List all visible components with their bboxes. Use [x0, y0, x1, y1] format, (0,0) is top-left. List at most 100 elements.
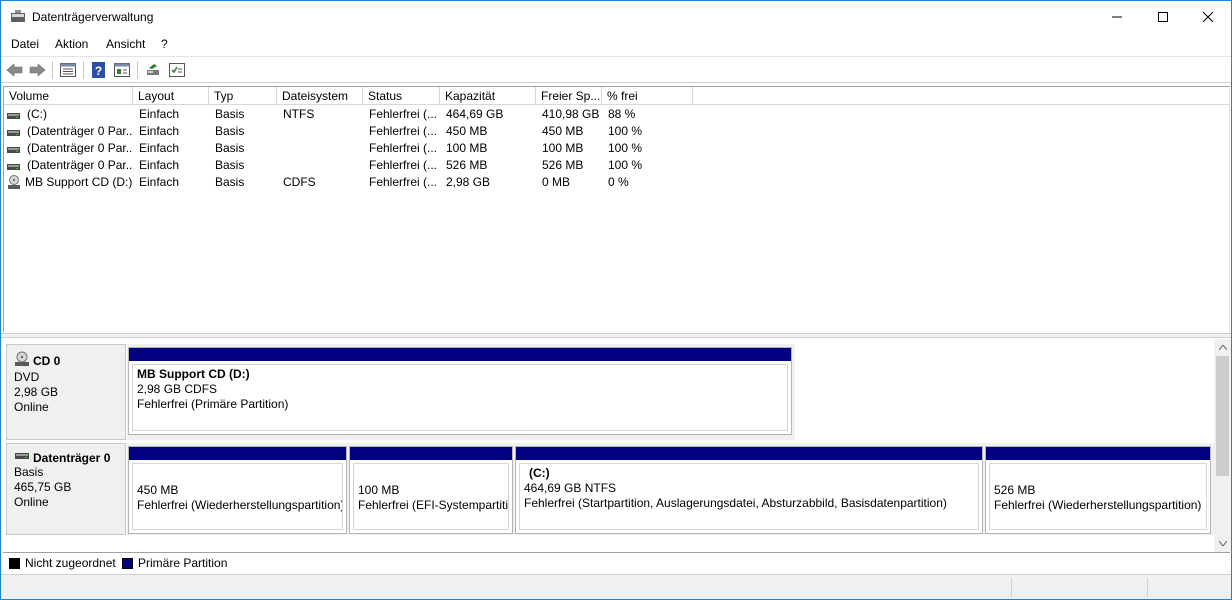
minimize-button[interactable] [1094, 1, 1140, 33]
toolbar: ? [1, 56, 1231, 83]
partition-bar [986, 447, 1210, 460]
menu-datei[interactable]: Datei [11, 37, 39, 51]
partition-c[interactable]: (C:) 464,69 GB NTFS Fehlerfrei (Startpar… [515, 446, 983, 534]
volume-row[interactable]: (C:) Einfach Basis NTFS Fehlerfrei (... … [4, 106, 1230, 123]
properties-icon [114, 63, 130, 77]
list-view-button[interactable] [58, 60, 78, 80]
column-header-kapazitaet[interactable]: Kapazität [440, 87, 536, 105]
back-icon [6, 63, 23, 77]
toolbar-separator [52, 61, 53, 79]
legend: Nicht zugeordnet Primäre Partition [3, 552, 1230, 573]
partition-title: MB Support CD (D:) [137, 367, 250, 381]
volume-row[interactable]: MB Support CD (D:) Einfach Basis CDFS Fe… [4, 174, 1230, 191]
properties-button[interactable] [112, 60, 132, 80]
partition-bar [129, 348, 791, 361]
cell-typ: Basis [215, 175, 245, 189]
toolbar-separator [83, 61, 84, 79]
volume-icon [7, 127, 21, 137]
disk-size: 465,75 GB [14, 480, 72, 494]
scroll-thumb[interactable] [1216, 356, 1229, 476]
back-button[interactable] [5, 60, 25, 80]
scroll-down-button[interactable] [1214, 535, 1231, 552]
disk-state: Online [14, 495, 49, 509]
cell-status: Fehlerfrei (... [369, 141, 438, 155]
cell-freier-speicher: 526 MB [542, 158, 584, 172]
column-header-volume[interactable]: Volume [4, 87, 133, 105]
column-header-prozent-frei[interactable]: % frei [602, 87, 693, 105]
close-button[interactable] [1185, 1, 1231, 33]
partition-bar [129, 447, 346, 460]
partition-status: Fehlerfrei (Wiederherstellungspartition) [137, 498, 343, 512]
cd-drive-icon [14, 351, 30, 370]
cell-layout: Einfach [139, 175, 180, 189]
cell-dateisystem: NTFS [283, 107, 315, 121]
disk-type: DVD [14, 370, 40, 384]
disk-label-cd0[interactable]: CD 0 DVD 2,98 GB Online [6, 344, 126, 440]
window-title: Datenträgerverwaltung [32, 10, 154, 24]
disk-view-scrollbar[interactable] [1214, 339, 1231, 552]
cell-status: Fehlerfrei (... [369, 124, 438, 138]
rescan-icon [147, 64, 159, 75]
volume-row[interactable]: (Datenträger 0 Par... Einfach Basis Fehl… [4, 157, 1230, 174]
partition-size: 450 MB [137, 483, 179, 497]
cell-layout: Einfach [139, 124, 180, 138]
disk-name: Datenträger 0 [33, 450, 111, 465]
cell-volume: (Datenträger 0 Par... [27, 124, 133, 138]
disk-state: Online [14, 400, 49, 414]
pane-splitter[interactable] [1, 333, 1231, 338]
partition-status: Fehlerfrei (EFI-Systempartition) [358, 498, 509, 512]
cell-kapazitaet: 2,98 GB [446, 175, 491, 189]
partition-title: (C:) [529, 466, 550, 480]
list-view-icon [60, 63, 76, 77]
maximize-icon [1158, 12, 1168, 22]
cell-freier-speicher: 100 MB [542, 141, 584, 155]
column-header-status[interactable]: Status [363, 87, 440, 105]
title-bar: Datenträgerverwaltung [1, 1, 1231, 33]
cell-kapazitaet: 464,69 GB [446, 107, 504, 121]
partition-bar [350, 447, 512, 460]
cell-status: Fehlerfrei (... [369, 175, 438, 189]
cell-prozent-frei: 0 % [608, 175, 629, 189]
column-header-freier-speicher[interactable]: Freier Sp... [536, 87, 602, 105]
column-header-typ[interactable]: Typ [209, 87, 277, 105]
cd-drive-icon [7, 175, 21, 189]
menu-bar: Datei Aktion Ansicht ? [1, 34, 1231, 54]
disk-check-button[interactable] [167, 60, 187, 80]
column-header-dateisystem[interactable]: Dateisystem [277, 87, 363, 105]
help-button[interactable]: ? [89, 60, 109, 80]
partition-size: 100 MB [358, 483, 400, 497]
partition-bar [516, 447, 982, 460]
volume-row[interactable]: (Datenträger 0 Par... Einfach Basis Fehl… [4, 140, 1230, 157]
volume-list[interactable]: Volume Layout Typ Dateisystem Status Kap… [3, 86, 1230, 332]
menu-aktion[interactable]: Aktion [55, 37, 88, 51]
volume-row[interactable]: (Datenträger 0 Par... Einfach Basis Fehl… [4, 123, 1230, 140]
partition-cd-d[interactable]: MB Support CD (D:) 2,98 GB CDFS Fehlerfr… [128, 347, 792, 435]
cell-volume: (C:) [27, 107, 47, 121]
menu-help[interactable]: ? [161, 37, 168, 51]
legend-unallocated: Nicht zugeordnet [9, 556, 116, 570]
partition-size: 464,69 GB NTFS [524, 481, 617, 495]
cell-typ: Basis [215, 107, 245, 121]
partition-efi-100[interactable]: 100 MB Fehlerfrei (EFI-Systempartition) [349, 446, 513, 534]
forward-button[interactable] [27, 60, 47, 80]
help-icon: ? [92, 62, 105, 78]
partition-status: Fehlerfrei (Startpartition, Auslagerungs… [524, 496, 947, 510]
column-header-layout[interactable]: Layout [133, 87, 209, 105]
partition-size: 2,98 GB CDFS [137, 382, 218, 396]
cell-freier-speicher: 450 MB [542, 124, 584, 138]
chevron-down-icon [1218, 541, 1227, 546]
cell-status: Fehlerfrei (... [369, 158, 438, 172]
menu-ansicht[interactable]: Ansicht [106, 37, 145, 51]
scroll-up-button[interactable] [1214, 339, 1231, 356]
status-panel-divider [1147, 578, 1148, 597]
rescan-button[interactable] [143, 60, 163, 80]
cell-prozent-frei: 100 % [608, 124, 643, 138]
forward-icon [29, 63, 46, 77]
disk-label-datentraeger0[interactable]: Datenträger 0 Basis 465,75 GB Online [6, 443, 126, 535]
maximize-button[interactable] [1140, 1, 1186, 33]
cell-volume: (Datenträger 0 Par... [27, 141, 133, 155]
partition-recovery-450[interactable]: 450 MB Fehlerfrei (Wiederherstellungspar… [128, 446, 347, 534]
cell-layout: Einfach [139, 158, 180, 172]
legend-primary-partition: Primäre Partition [122, 556, 227, 570]
partition-recovery-526[interactable]: 526 MB Fehlerfrei (Wiederherstellungspar… [985, 446, 1211, 534]
